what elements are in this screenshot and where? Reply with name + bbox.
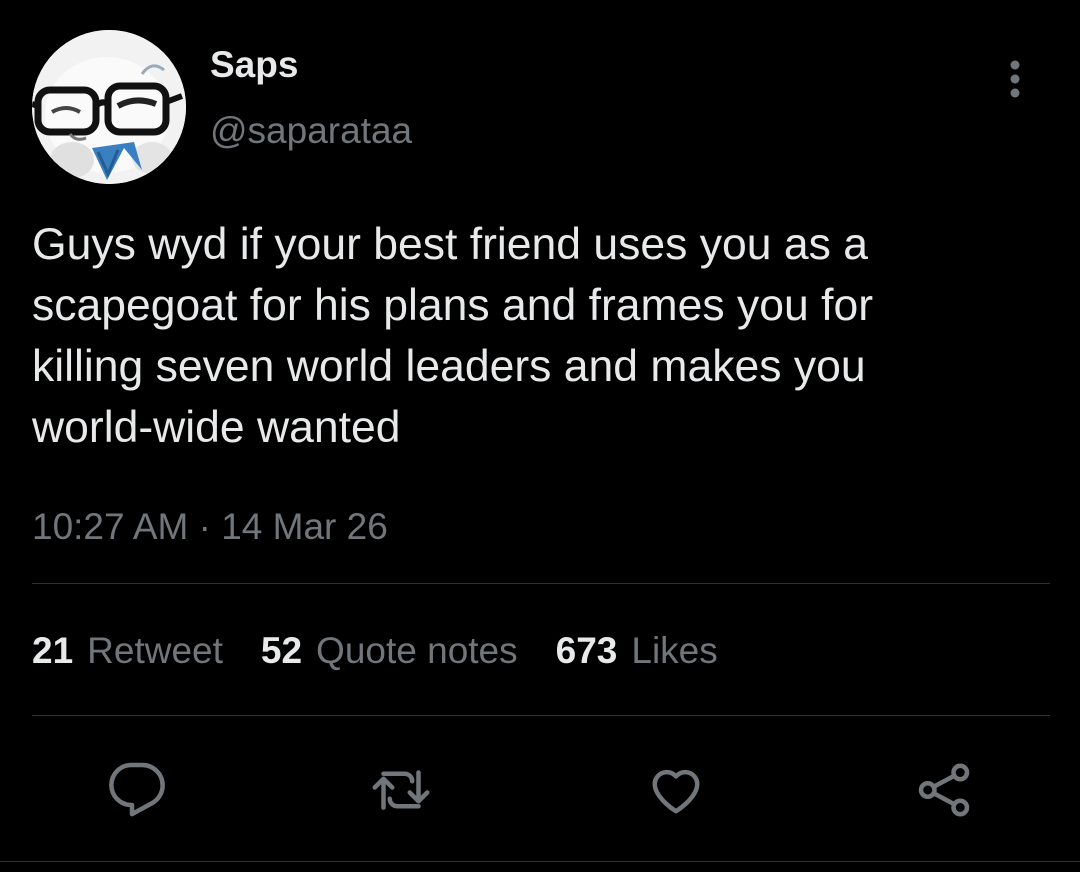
heart-icon — [652, 769, 700, 814]
quote-count-stat[interactable]: 52 Quote notes — [261, 628, 518, 674]
stat-label: Retweet — [87, 630, 223, 671]
retweet-button[interactable] — [369, 758, 433, 822]
reply-button[interactable] — [105, 758, 169, 822]
engagement-stats: 21 Retweet 52 Quote notes 673 Likes — [32, 628, 756, 674]
like-button[interactable] — [644, 758, 708, 822]
handle[interactable]: @saparataa — [210, 108, 412, 154]
divider — [32, 583, 1050, 584]
share-icon — [918, 763, 970, 817]
stat-count: 21 — [32, 630, 74, 671]
display-name[interactable]: Saps — [210, 42, 298, 88]
avatar[interactable] — [32, 30, 186, 184]
more-options-icon[interactable] — [1000, 56, 1030, 102]
share-button[interactable] — [912, 758, 976, 822]
stat-count: 52 — [260, 630, 303, 671]
retweet-count-stat[interactable]: 21 Retweet — [32, 628, 223, 674]
tweet-timestamp[interactable]: 10:27 AM · 14 Mar 26 — [32, 504, 388, 550]
tweet-detail: Saps @saparataa Guys wyd if your best fr… — [0, 0, 1080, 872]
avatar-image — [32, 30, 186, 184]
reply-icon — [109, 762, 165, 817]
stat-count: 673 — [555, 630, 618, 671]
stat-label: Quote notes — [316, 630, 518, 671]
divider — [0, 861, 1080, 862]
retweet-icon — [372, 770, 430, 810]
stat-label: Likes — [631, 630, 718, 671]
divider — [32, 715, 1050, 716]
likes-count-stat[interactable]: 673 Likes — [556, 628, 718, 674]
tweet-text: Guys wyd if your best friend uses you as… — [32, 220, 874, 452]
